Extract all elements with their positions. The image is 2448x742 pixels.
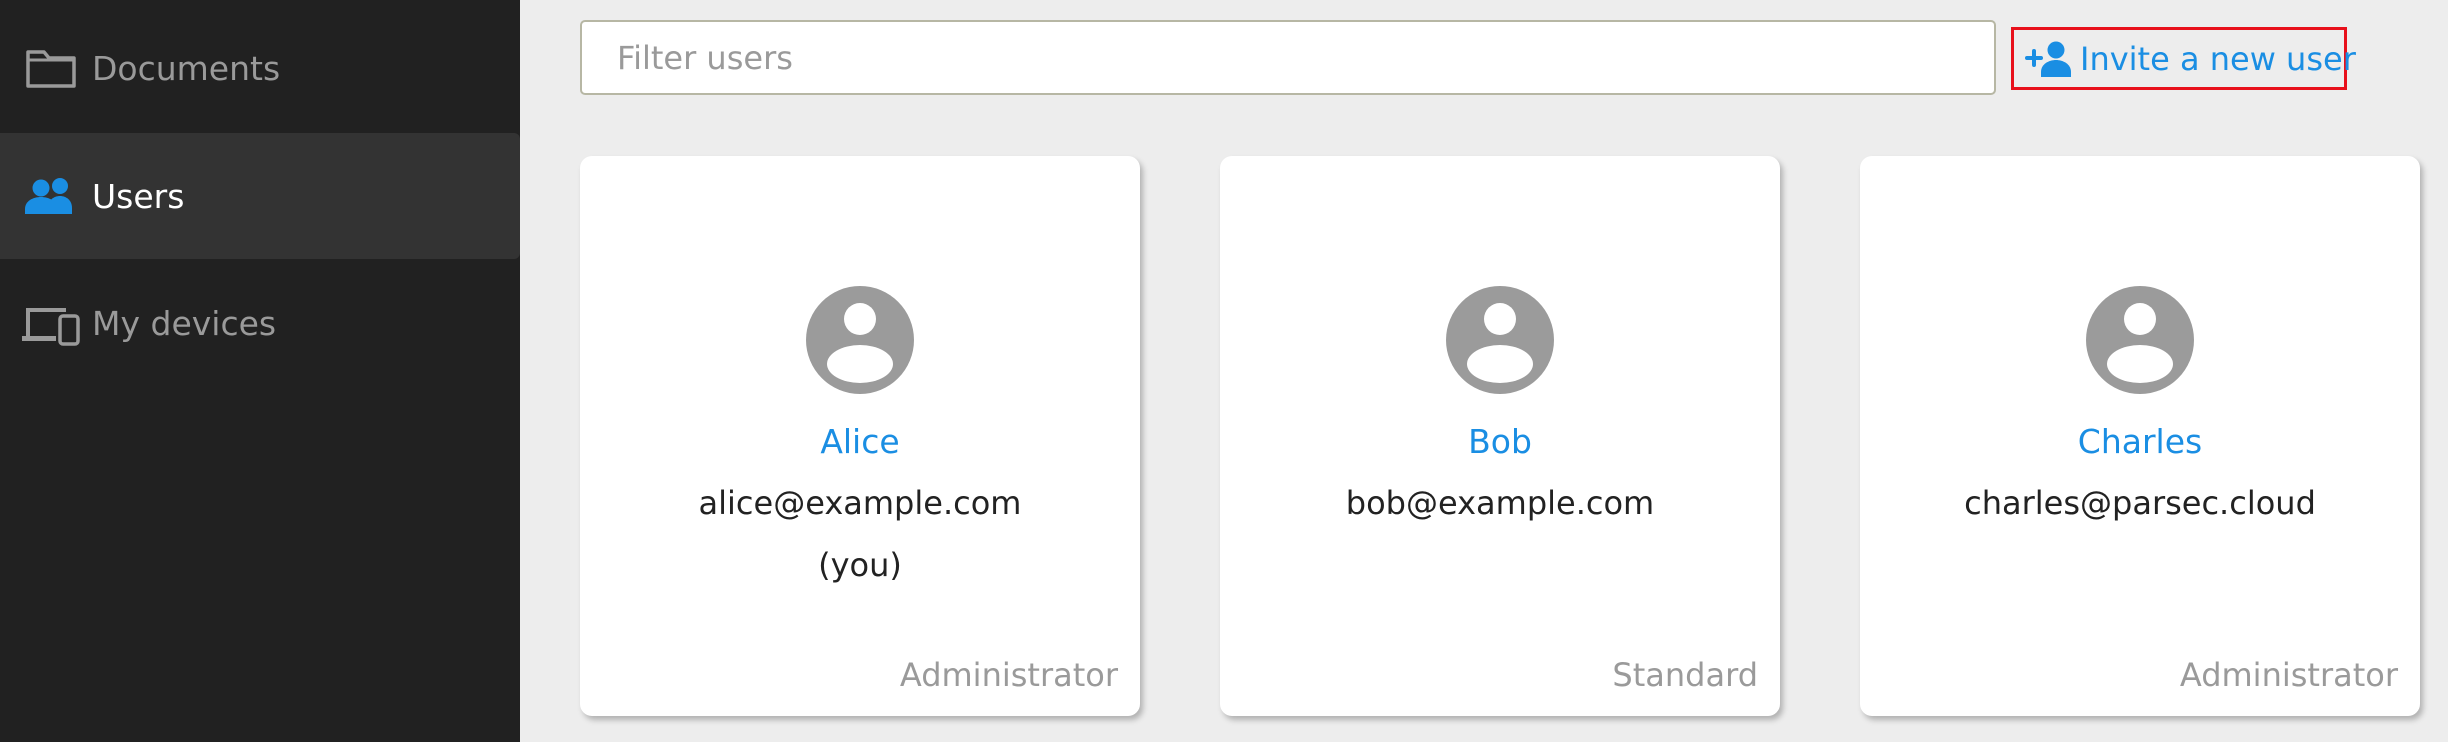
user-email: bob@example.com	[1345, 484, 1655, 522]
user-role: Administrator	[899, 656, 1118, 694]
avatar	[1446, 286, 1554, 394]
sidebar-item-label: Users	[92, 176, 185, 216]
current-user-label: (you)	[818, 546, 902, 584]
user-email: alice@example.com	[698, 484, 1022, 522]
user-card-charles[interactable]: Charles charles@parsec.cloud Administrat…	[1860, 156, 2420, 716]
user-name: Bob	[1468, 422, 1532, 461]
user-email: charles@parsec.cloud	[1964, 484, 2316, 522]
users-icon	[20, 165, 82, 227]
user-card-alice[interactable]: Alice alice@example.com (you) Administra…	[580, 156, 1140, 716]
avatar	[2086, 286, 2194, 394]
sidebar-item-documents[interactable]: Documents	[0, 5, 520, 131]
sidebar-item-users[interactable]: Users	[0, 133, 520, 259]
user-role: Administrator	[2179, 656, 2398, 694]
sidebar-item-label: My devices	[92, 303, 277, 343]
user-card-bob[interactable]: Bob bob@example.com Standard	[1220, 156, 1780, 716]
filter-users-input[interactable]	[580, 20, 1996, 95]
user-name: Alice	[820, 422, 900, 461]
user-name: Charles	[2077, 422, 2203, 461]
avatar	[806, 286, 914, 394]
devices-icon	[20, 292, 82, 354]
sidebar: Documents Users My devices	[0, 0, 520, 742]
sidebar-item-label: Documents	[92, 48, 281, 88]
sidebar-item-my-devices[interactable]: My devices	[0, 260, 520, 386]
app-window: Documents Users My devices Filter users …	[0, 0, 2448, 742]
add-user-icon	[2024, 40, 2072, 78]
invite-user-button[interactable]: Invite a new user	[2011, 27, 2356, 90]
user-role: Standard	[1612, 656, 1758, 694]
folder-icon	[20, 37, 82, 99]
invite-user-label: Invite a new user	[2080, 39, 2356, 78]
